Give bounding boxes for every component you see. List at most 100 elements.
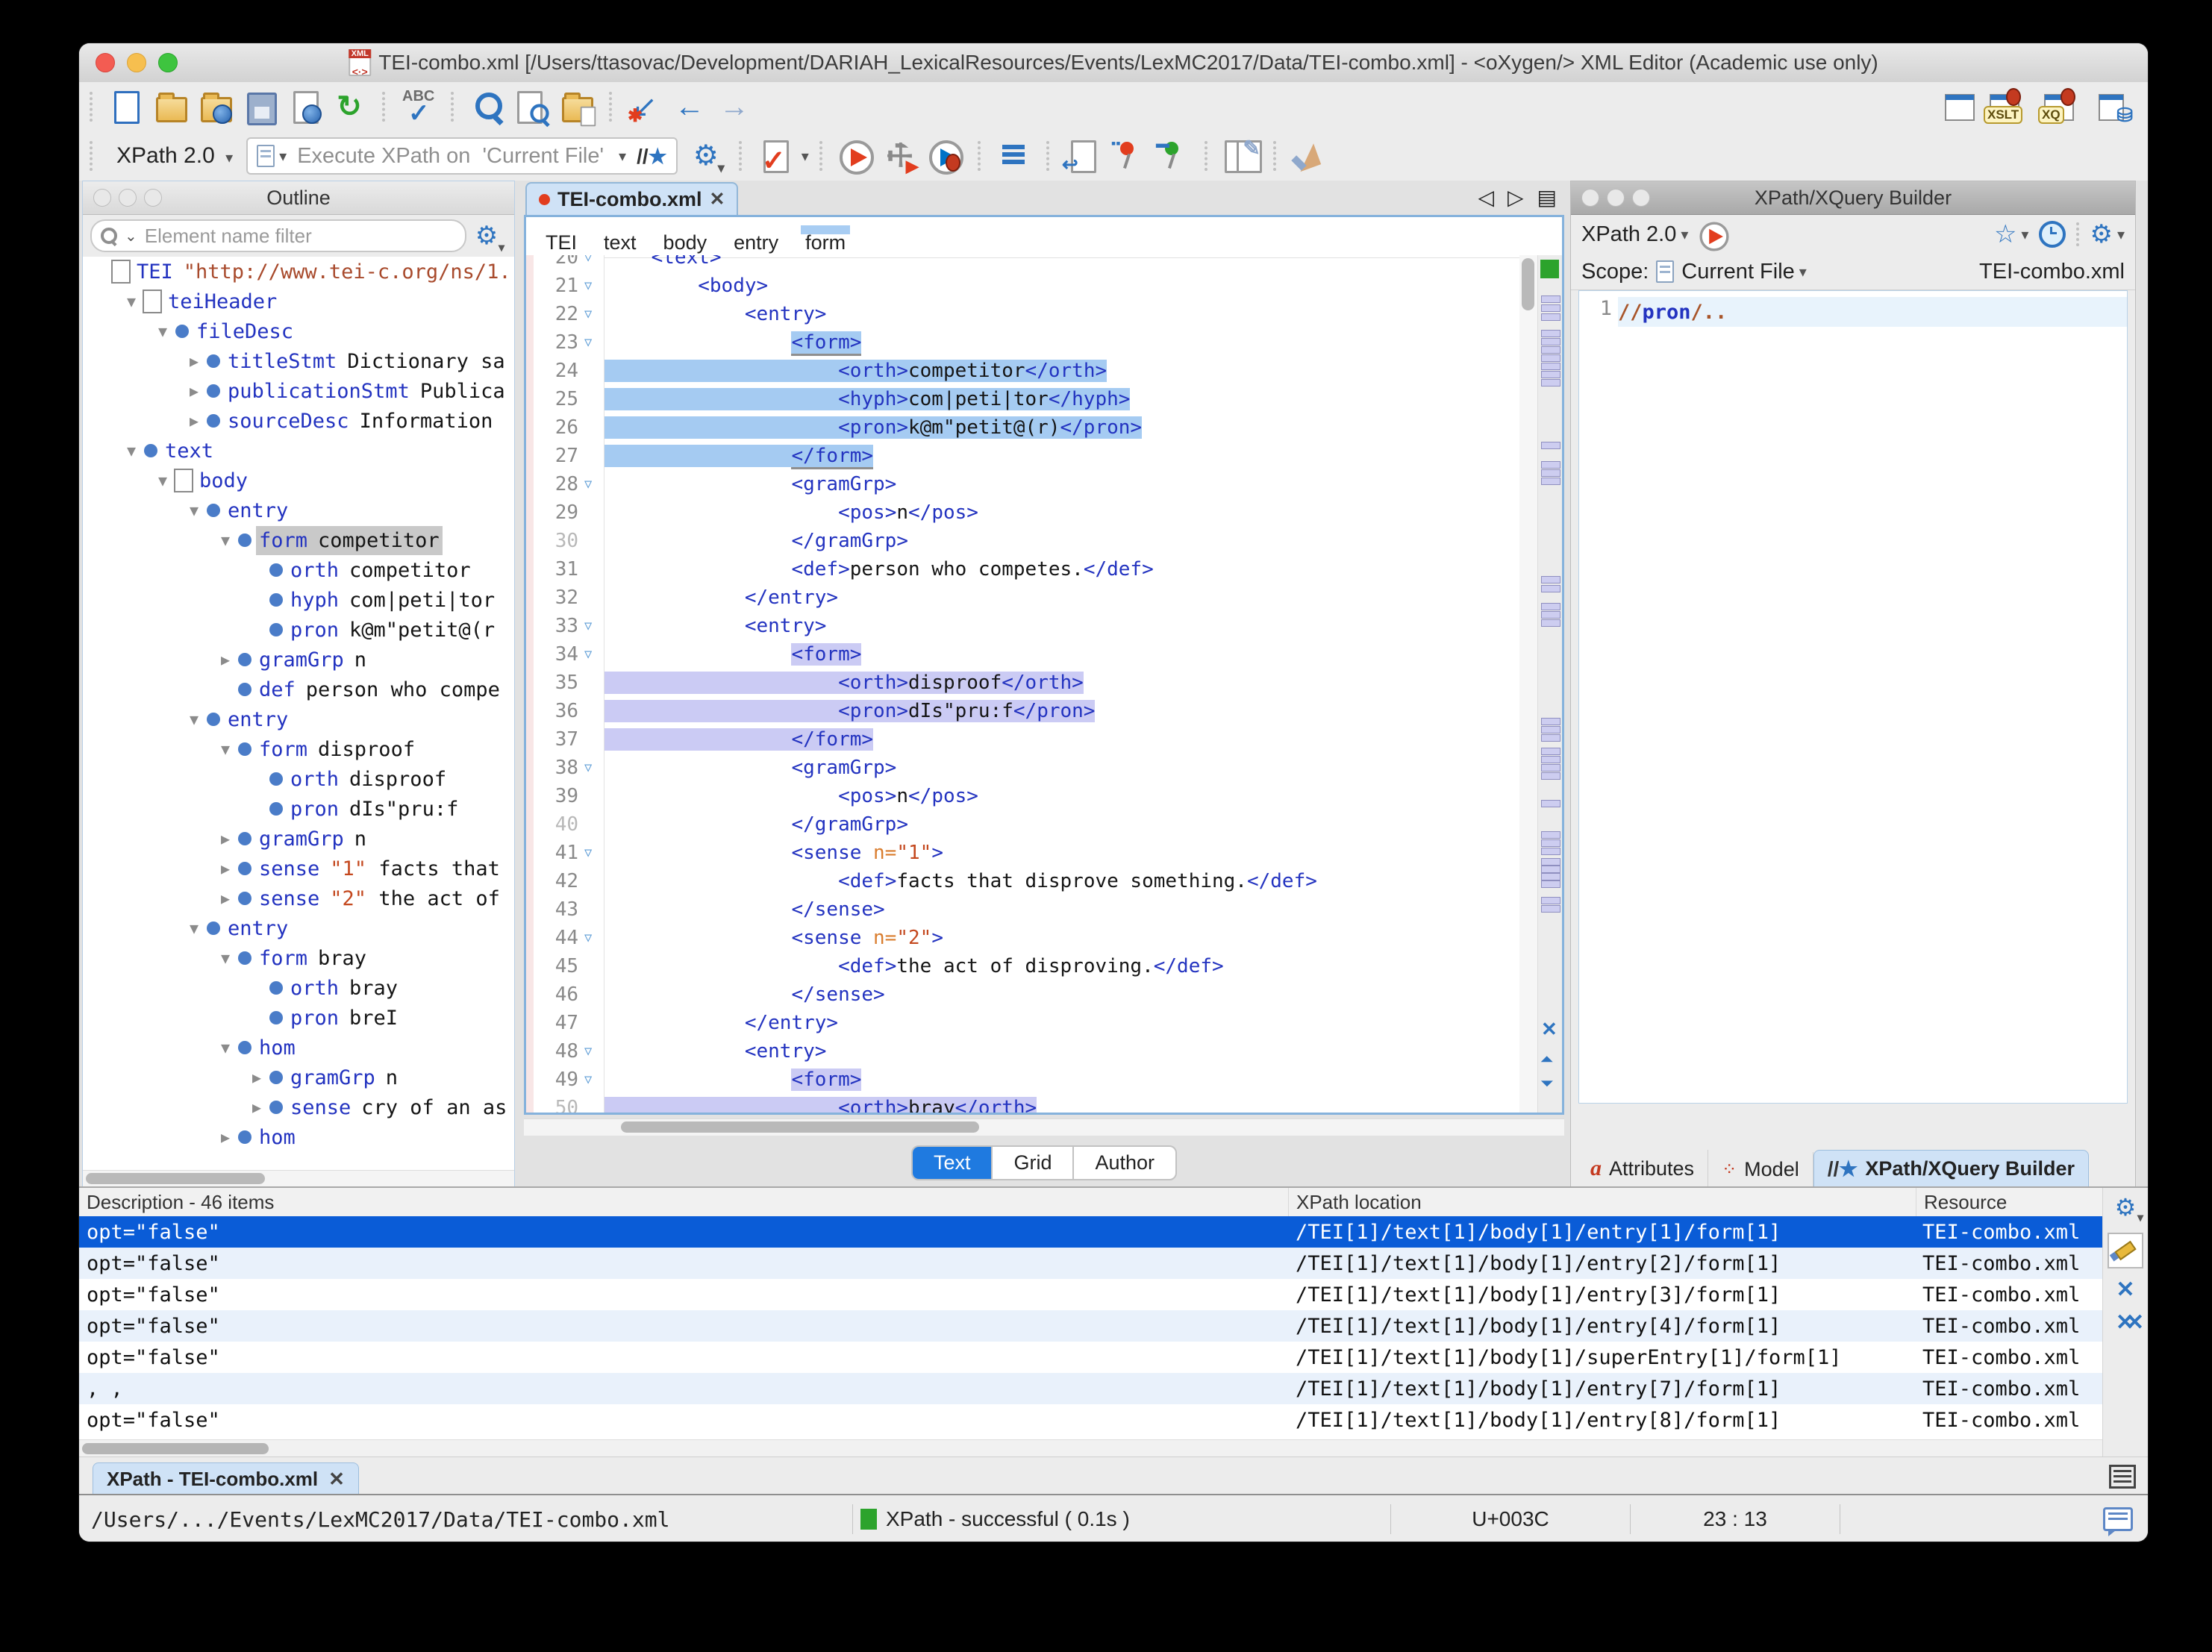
outline-node-hyph[interactable]: hyph com|peti|tor [83,585,514,615]
xpath-expression-combo[interactable]: ▾ Execute XPath on 'Current File' ▾ //★ [246,137,678,175]
result-marker-tick[interactable] [1541,726,1560,733]
code-line-36[interactable]: 36 <pron>dIs"pru:f</pron> [526,697,1519,725]
outline-node-sense[interactable]: ▶ sense cry of an as [83,1092,514,1122]
breadcrumb-item-body[interactable]: body [663,224,707,254]
collapse-icon[interactable]: ▼ [214,740,237,758]
spell-check-button[interactable]: ABC ✓ [401,88,435,128]
code-line-38[interactable]: 38 ▽ <gramGrp> [526,754,1519,782]
result-marker-tick[interactable] [1541,718,1560,725]
builder-engine-label[interactable]: XPath 2.0 [1581,222,1676,247]
code-line-41[interactable]: 41 ▽ <sense n="1"> [526,839,1519,867]
code-line-28[interactable]: 28 ▽ <gramGrp> [526,470,1519,498]
find-in-files-button[interactable] [514,90,549,124]
fold-toggle-icon[interactable]: ▽ [584,255,604,272]
expand-icon[interactable]: ▶ [246,1098,268,1116]
outline-node-teiHeader[interactable]: ▼ teiHeader [83,287,514,316]
outline-node-sourceDesc[interactable]: ▶ sourceDesc Information [83,406,514,436]
builder-settings-icon[interactable]: ⚙ [2090,219,2112,249]
view-mode-text[interactable]: Text [912,1147,993,1179]
code-line-46[interactable]: 46 </sense> [526,980,1519,1009]
results-settings-button[interactable]: ⚙ ▾ [2111,1192,2143,1224]
collapse-icon[interactable]: ▼ [214,949,237,967]
result-marker-tick[interactable] [1541,330,1560,337]
view-mode-author[interactable]: Author [1074,1147,1175,1179]
code-line-48[interactable]: 48 ▽ <entry> [526,1037,1519,1066]
pin-location-green-button[interactable]: ▬ [1155,136,1189,173]
result-row[interactable]: opt="false" /TEI[1]/text[1]/body[1]/entry… [79,1279,2103,1310]
outline-node-form[interactable]: ▼ form competitor [83,525,514,555]
open-file-button[interactable] [153,90,187,124]
clean-up-button[interactable]: ◢ ▮ [1287,138,1326,174]
prev-tab-icon[interactable]: ◁ [1478,185,1494,210]
format-indent-file-button[interactable]: ↩ [1062,139,1099,175]
result-marker-tick[interactable] [1541,354,1560,362]
outline-node-text[interactable]: ▼ text [83,436,514,466]
result-row[interactable]: opt="false" /TEI[1]/text[1]/body[1]/entry… [79,1310,2103,1342]
next-marker-up-icon[interactable]: ⏶ [1540,1050,1554,1069]
code-line-37[interactable]: 37 </form> [526,725,1519,754]
result-marker-tick[interactable] [1541,461,1560,469]
outline-node-orth[interactable]: orth disproof [83,764,514,794]
highlight-results-button[interactable] [2108,1233,2143,1268]
query-line[interactable]: //pron/.. [1618,297,2127,327]
xpath-engine-label[interactable]: XPath 2.0 ▾ [116,143,233,169]
code-line-25[interactable]: 25 <hyph>com|peti|tor</hyph> [526,385,1519,413]
code-line-49[interactable]: 49 ▽ <form> [526,1066,1519,1094]
result-marker-tick[interactable] [1541,469,1560,477]
collapse-icon[interactable]: ▼ [151,472,174,489]
outline-hscrollbar[interactable] [83,1170,514,1187]
fold-toggle-icon[interactable]: ▽ [584,612,604,640]
reload-button[interactable]: ↻ [332,90,366,124]
close-window-button[interactable] [96,53,115,72]
history-icon[interactable] [2039,221,2066,248]
result-marker-tick[interactable] [1541,756,1560,763]
builder-tab-attributes[interactable]: a Attributes [1577,1150,1709,1187]
fold-toggle-icon[interactable]: ▽ [584,470,604,498]
close-tab-icon[interactable]: ✕ [328,1468,345,1491]
remove-result-icon[interactable]: ✕ [2116,1279,2134,1301]
expand-icon[interactable]: ▶ [214,651,237,669]
breadcrumb-item-form[interactable]: form [801,224,851,254]
tab-list-icon[interactable]: ▤ [1537,185,1557,210]
collapse-icon[interactable]: ▼ [183,919,205,937]
editor-vscrollbar[interactable] [1519,255,1537,1113]
xquery-debugger-button[interactable]: XQ [2038,88,2075,124]
code-line-42[interactable]: 42 <def>facts that disprove something.</… [526,867,1519,895]
result-marker-tick[interactable] [1541,866,1560,873]
result-marker-tick[interactable] [1541,831,1560,839]
collapse-icon[interactable]: ▼ [120,442,143,460]
pin-location-red-button[interactable]: ▪▪ [1110,136,1144,173]
apply-transformation-button[interactable] [838,139,874,175]
collapse-icon[interactable]: ▼ [214,1039,237,1057]
code-line-27[interactable]: 27 </form> [526,442,1519,470]
code-line-29[interactable]: 29 <pos>n</pos> [526,498,1519,527]
validate-dropdown-icon[interactable]: ▾ [802,147,809,166]
outline-node-form[interactable]: ▼ form disproof [83,734,514,764]
outline-node-hom[interactable]: ▶ hom [83,1122,514,1152]
builder-panel-header[interactable]: XPath/XQuery Builder [1571,181,2135,215]
new-document-button[interactable] [108,90,143,124]
remove-all-results-icon[interactable]: ✕✕ [2116,1312,2144,1334]
outline-node-def[interactable]: def person who compe [83,675,514,704]
code-line-40[interactable]: 40 </gramGrp> [526,810,1519,839]
result-marker-tick[interactable] [1541,619,1560,627]
validate-button[interactable]: ✓ [757,139,792,177]
code-line-44[interactable]: 44 ▽ <sense n="2"> [526,924,1519,952]
execute-xpath-button[interactable] [1697,219,1729,251]
back-button[interactable]: ← [672,90,707,124]
result-marker-tick[interactable] [1541,585,1560,592]
favorites-icon[interactable]: ☆ [1994,219,2016,249]
clear-markers-icon[interactable]: ✕ [1541,1018,1558,1041]
zoom-window-button[interactable] [158,53,178,72]
result-marker-tick[interactable] [1541,880,1560,888]
outline-node-titleStmt[interactable]: ▶ titleStmt Dictionary sa [83,346,514,376]
outline-node-entry[interactable]: ▼ entry [83,495,514,525]
result-marker-tick[interactable] [1541,748,1560,755]
outline-node-form[interactable]: ▼ form bray [83,943,514,973]
result-marker-tick[interactable] [1541,800,1560,807]
outline-node-gramGrp[interactable]: ▶ gramGrp n [83,1063,514,1092]
breadcrumb-item-entry[interactable]: entry [734,224,778,254]
review-edit-button[interactable]: ✎ [1223,137,1262,173]
outline-node-orth[interactable]: orth competitor [83,555,514,585]
code-line-20[interactable]: 20 ▽ <text> [526,255,1519,272]
